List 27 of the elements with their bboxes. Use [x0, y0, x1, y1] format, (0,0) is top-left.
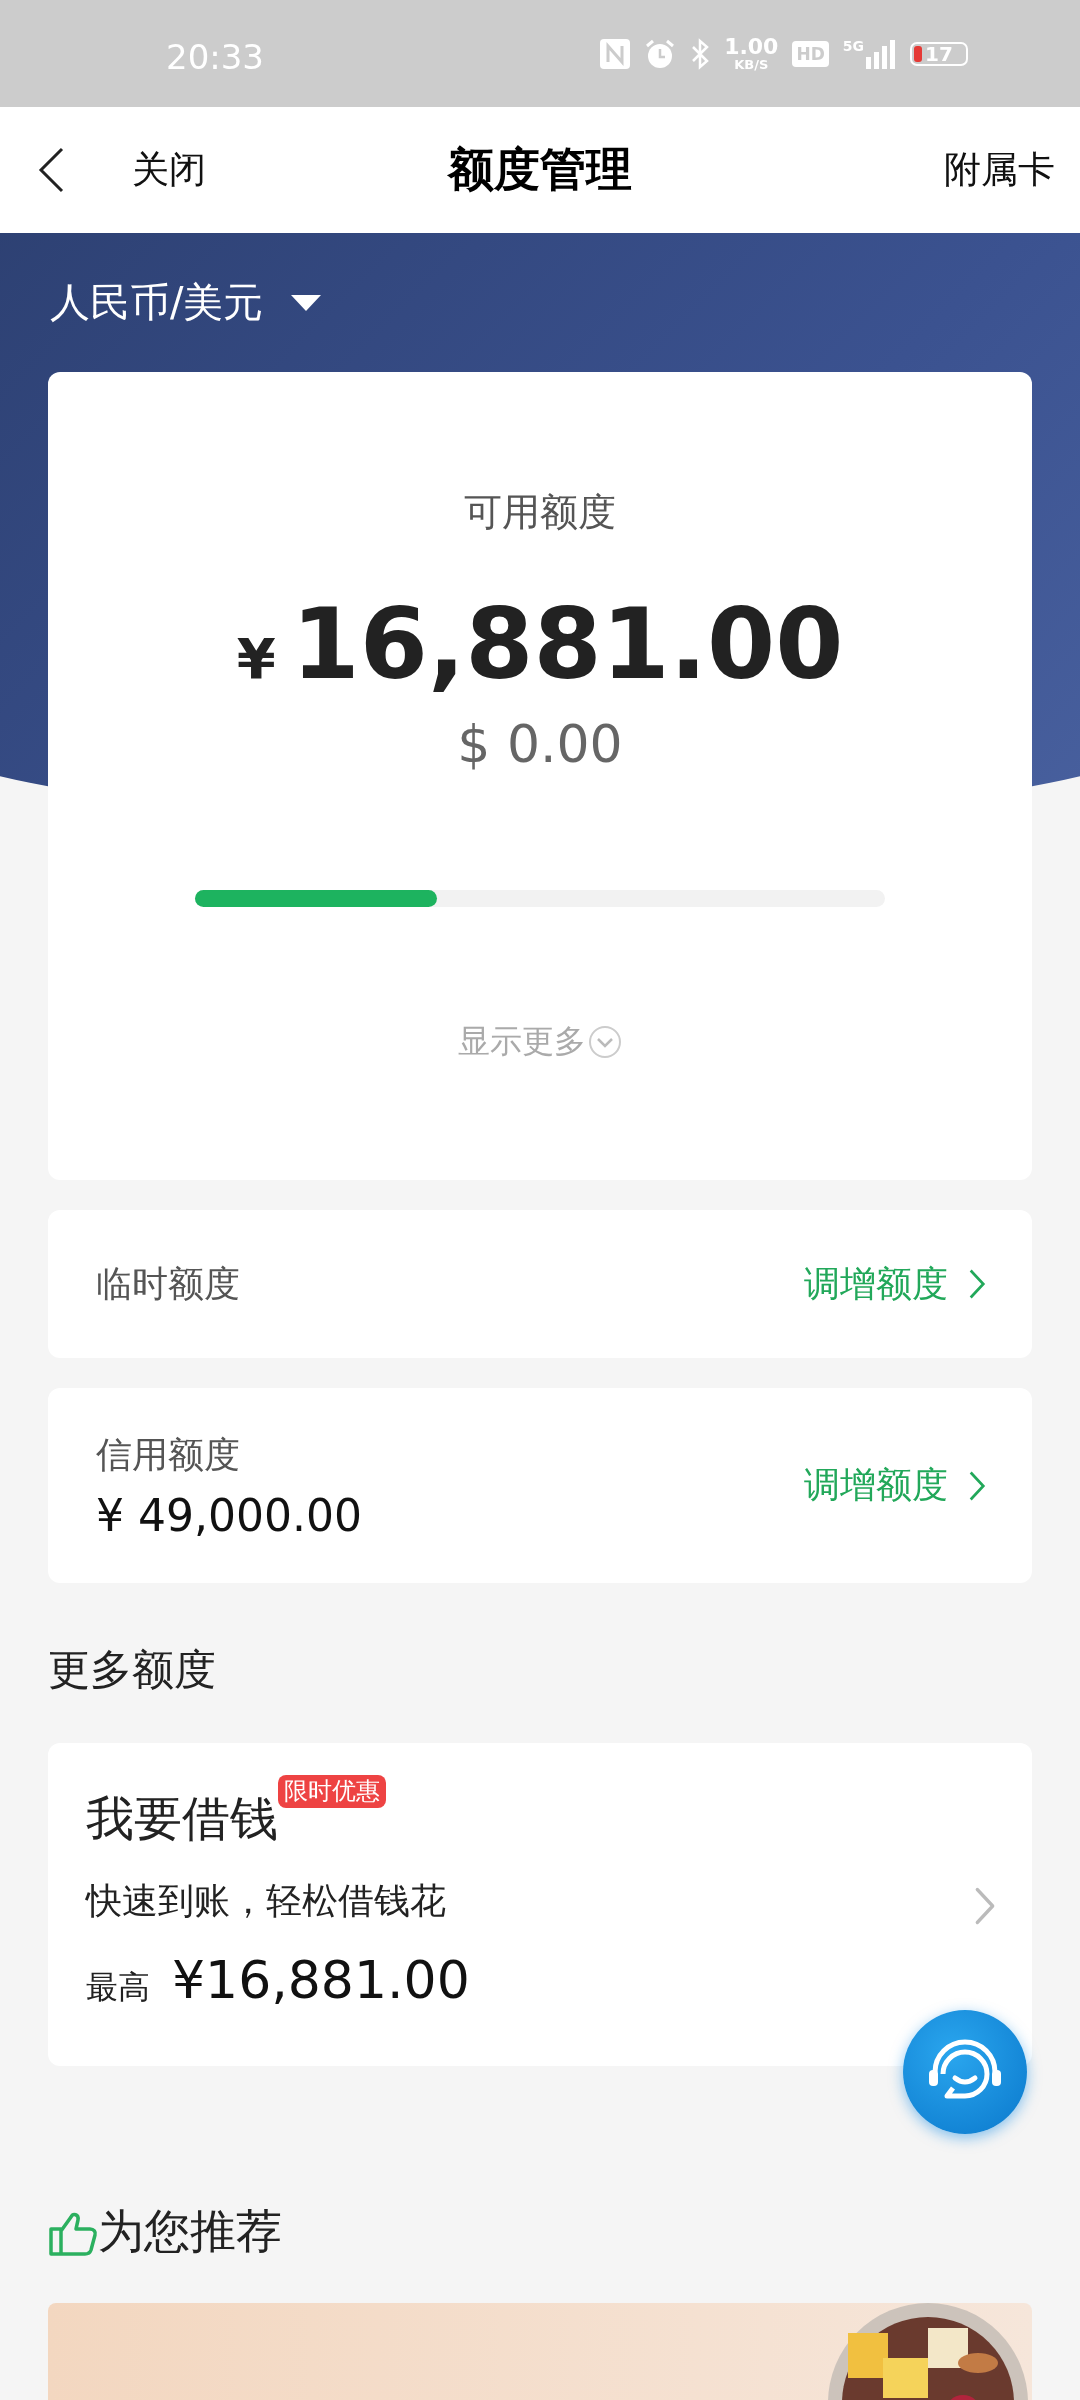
section-title: 更多额度 [48, 1644, 217, 1696]
supplementary-card-link[interactable]: 附属卡 [944, 145, 1055, 195]
max-label: 最高 [86, 1967, 150, 2008]
nfc-icon [600, 38, 631, 69]
chevron-down-circle-icon [588, 1024, 622, 1059]
alarm-clock-icon [644, 37, 677, 70]
limit-label: 信用额度 [96, 1432, 241, 1477]
loan-title: 我要借钱 [86, 1789, 278, 1848]
chevron-right-icon [974, 1886, 996, 1926]
back-button[interactable] [36, 145, 66, 195]
usd-amount: $ 0.00 [457, 713, 623, 774]
limit-amount: ¥ 49,000.00 [96, 1489, 362, 1541]
available-limit-label: 可用额度 [464, 489, 616, 536]
currency-symbol: ¥ [236, 626, 276, 691]
loan-subtitle: 快速到账，轻松借钱花 [86, 1879, 446, 1923]
chevron-right-icon [968, 1267, 986, 1301]
limit-label: 临时额度 [96, 1261, 240, 1306]
currency-selector[interactable]: 人民币/美元 [48, 233, 328, 372]
page-title: 额度管理 [448, 142, 632, 196]
bluetooth-icon [690, 37, 711, 70]
recommend-title: 为您推荐 [98, 2203, 282, 2260]
dropdown-triangle-icon [291, 294, 322, 311]
close-button[interactable]: 关闭 [132, 145, 206, 195]
max-loan-amount: ¥16,881.00 [172, 1950, 470, 2010]
available-amount: 16,881.00 [291, 593, 844, 696]
promo-badge: 限时优惠 [278, 1775, 386, 1808]
signal-icon [866, 38, 896, 69]
